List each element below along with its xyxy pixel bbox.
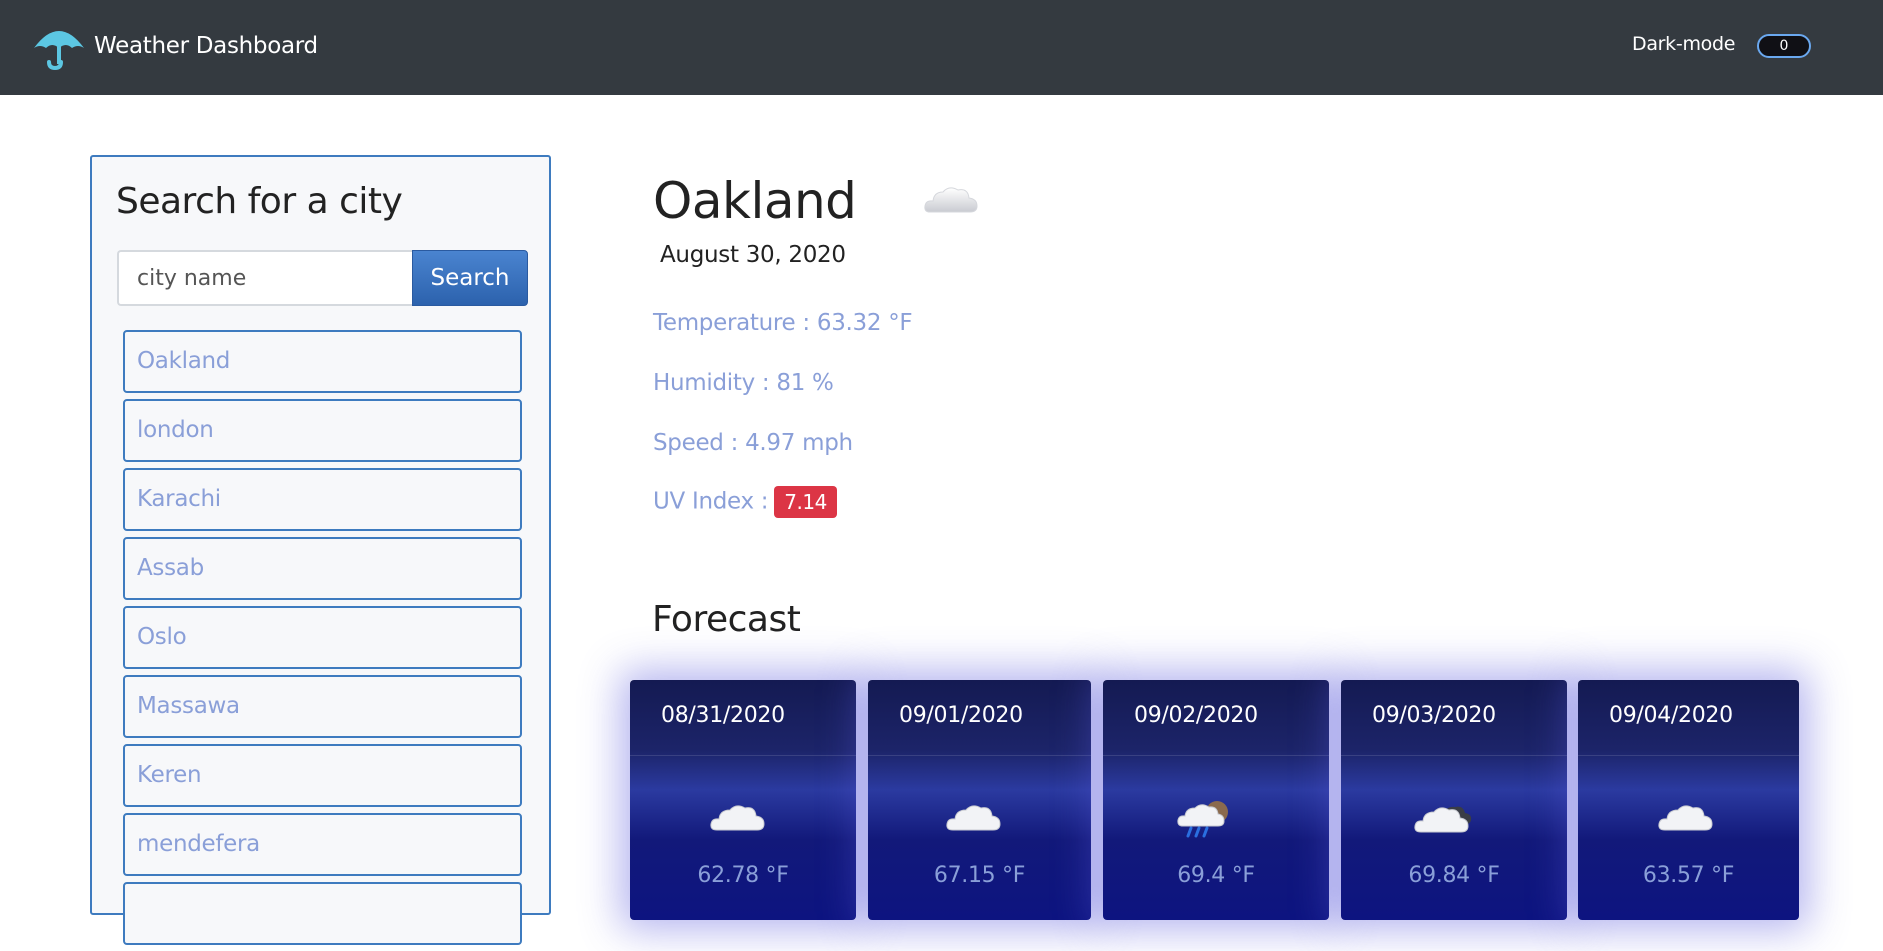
dark-mode-toggle[interactable]: 0 (1757, 34, 1811, 58)
forecast-date: 09/04/2020 (1578, 680, 1799, 756)
forecast-title: Forecast (652, 599, 801, 640)
forecast-temp: 69.4 °F (1177, 863, 1255, 888)
search-button[interactable]: Search (412, 250, 528, 306)
forecast-date: 08/31/2020 (630, 680, 856, 756)
forecast-temp: 69.84 °F (1408, 863, 1500, 888)
history-item[interactable]: london (123, 399, 522, 462)
history-item[interactable]: Karachi (123, 468, 522, 531)
forecast-date: 09/02/2020 (1103, 680, 1329, 756)
forecast-card: 09/01/2020 67.15 °F (868, 680, 1091, 920)
forecast-date: 09/03/2020 (1341, 680, 1567, 756)
history-item[interactable]: mendefera (123, 813, 522, 876)
forecast-temp: 67.15 °F (933, 863, 1026, 888)
uv-index-label: UV Index : (653, 488, 769, 515)
history-item[interactable]: Massawa (123, 675, 522, 738)
history-item[interactable]: Oslo (123, 606, 522, 669)
temperature-text: Temperature : 63.32 °F (653, 310, 913, 336)
forecast-temp: 62.78 °F (697, 863, 789, 888)
cloud-icon (1658, 805, 1713, 831)
dark-mode-label: Dark-mode (1632, 33, 1736, 55)
app-title: Weather Dashboard (94, 32, 318, 59)
current-date: August 30, 2020 (660, 242, 846, 268)
current-city-name: Oakland (653, 172, 857, 230)
city-search-input[interactable] (117, 250, 412, 306)
forecast-card: 08/31/2020 62.78 °F (630, 680, 856, 920)
forecast-date: 09/01/2020 (868, 680, 1091, 756)
history-item[interactable]: Assab (123, 537, 522, 600)
brand[interactable]: Weather Dashboard (30, 18, 318, 70)
forecast-card: 09/03/2020 69.84 °F (1341, 680, 1567, 920)
umbrella-icon (34, 31, 84, 70)
history-item[interactable]: Keren (123, 744, 522, 807)
navbar: Weather Dashboard Dark-mode 0 (0, 0, 1883, 95)
cloud-icon (710, 805, 765, 831)
humidity-text: Humidity : 81 % (653, 370, 834, 396)
forecast-temp: 63.57 °F (1642, 863, 1735, 888)
search-panel-title: Search for a city (116, 181, 403, 222)
history-item[interactable]: Oakland (123, 330, 522, 393)
forecast-card: 09/04/2020 63.57 °F (1578, 680, 1799, 920)
history-item[interactable] (123, 882, 522, 945)
uv-index-badge: 7.14 (774, 486, 837, 518)
search-history-list: Oakland london Karachi Assab Oslo Massaw… (123, 330, 522, 951)
search-panel: Search for a city Search Oakland london … (90, 155, 551, 945)
uv-index-row: UV Index :7.14 (653, 486, 837, 518)
cloud-icon (924, 187, 978, 213)
forecast-card: 09/02/2020 69.4 °F (1103, 680, 1329, 920)
cloud-icon (946, 805, 1001, 831)
rain-cloud-icon (1177, 801, 1228, 838)
cloudy-icon (1414, 806, 1472, 833)
wind-speed-text: Speed : 4.97 mph (653, 430, 853, 456)
